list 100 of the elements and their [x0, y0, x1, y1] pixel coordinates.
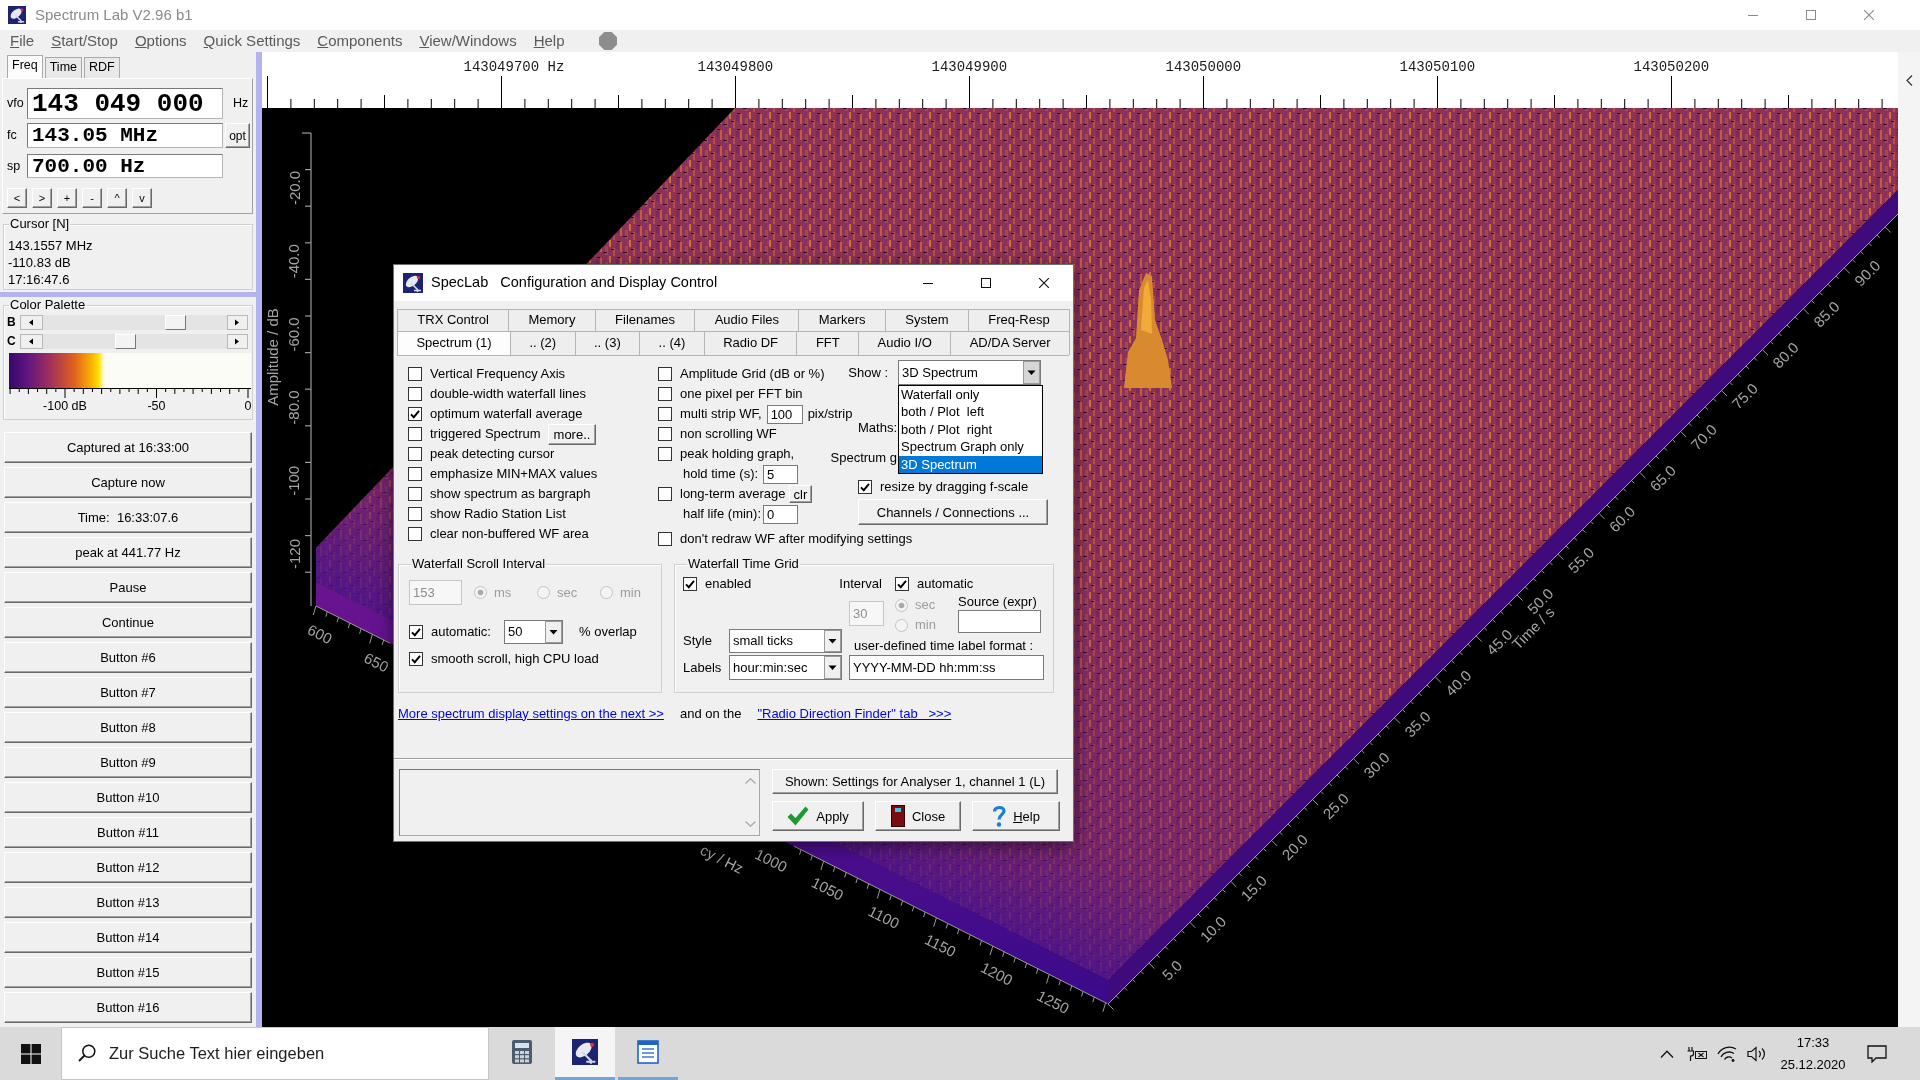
apply-button[interactable]: Apply: [772, 801, 864, 831]
speaker-icon[interactable]: [1747, 1045, 1767, 1062]
checkbox[interactable]: [658, 427, 672, 441]
checkbox[interactable]: [408, 527, 422, 541]
checkbox[interactable]: [683, 577, 697, 591]
checkbox[interactable]: [408, 427, 422, 441]
menu-item[interactable]: Start/Stop: [51, 32, 118, 50]
checkbox[interactable]: [858, 480, 872, 494]
view-dropdown[interactable]: 3D Spectrum: [898, 360, 1041, 385]
tab[interactable]: Spectrum (1): [397, 331, 511, 355]
labels-dropdown[interactable]: hour:min:sec: [729, 655, 842, 680]
panel-button[interactable]: Continue: [4, 607, 252, 638]
battery-icon[interactable]: [1686, 1045, 1708, 1062]
checkbox[interactable]: [658, 367, 672, 381]
checkbox[interactable]: [658, 532, 672, 546]
style-dropdown[interactable]: small ticks: [729, 629, 842, 653]
panel-button[interactable]: Button #15: [4, 957, 252, 988]
menu-item[interactable]: Components: [317, 32, 403, 50]
panel-button[interactable]: Button #6: [4, 642, 252, 673]
dropdown-option[interactable]: both / Plot right: [899, 420, 1042, 439]
panel-button[interactable]: Button #9: [4, 747, 252, 778]
panel-button[interactable]: Button #8: [4, 712, 252, 743]
checkbox[interactable]: [658, 387, 672, 401]
close-button[interactable]: Close: [875, 801, 961, 831]
panel-button[interactable]: Button #7: [4, 677, 252, 708]
menu-item[interactable]: Help: [533, 32, 565, 50]
panel-button[interactable]: Captured at 16:33:00: [4, 432, 252, 463]
options-button[interactable]: opt: [225, 123, 250, 148]
step-button[interactable]: >: [32, 188, 52, 208]
maximize-icon[interactable]: [981, 278, 991, 288]
channels-button[interactable]: Channels / Connections ...: [858, 499, 1048, 525]
tab[interactable]: Time: [44, 57, 83, 78]
arrow-right-icon[interactable]: [227, 315, 248, 330]
help-button[interactable]: Help: [972, 801, 1060, 831]
panel-button[interactable]: Button #10: [4, 782, 252, 813]
format-field[interactable]: YYYY-MM-DD hh:mm:ss: [849, 655, 1044, 680]
clear-button[interactable]: clr: [788, 485, 813, 503]
arrow-left-icon[interactable]: [20, 315, 43, 330]
step-button[interactable]: v: [132, 188, 152, 208]
wifi-icon[interactable]: [1717, 1045, 1737, 1062]
step-button[interactable]: <: [7, 188, 27, 208]
dropdown-option[interactable]: Spectrum Graph only: [899, 438, 1042, 456]
menu-item[interactable]: View/Windows: [419, 32, 517, 50]
tab[interactable]: TRX Control: [397, 309, 510, 331]
dropdown-option[interactable]: Waterfall only: [899, 386, 1042, 404]
windows-logo-icon[interactable]: [20, 1043, 41, 1064]
close-icon[interactable]: [1039, 278, 1049, 288]
tab[interactable]: AD/DA Server: [950, 331, 1070, 355]
link[interactable]: More spectrum display settings on the next >>: [398, 705, 664, 722]
checkbox[interactable]: [658, 407, 672, 421]
number-field[interactable]: 0: [763, 504, 798, 524]
arrow-left-icon[interactable]: [20, 334, 43, 349]
panel-button[interactable]: Button #11: [4, 817, 252, 848]
minimize-icon[interactable]: [923, 282, 933, 284]
source-field[interactable]: [958, 609, 1041, 633]
slider-thumb[interactable]: [165, 315, 187, 330]
clock-date[interactable]: 25.12.2020: [1780, 1053, 1846, 1076]
chevron-left-icon[interactable]: [1905, 75, 1913, 86]
number-field[interactable]: 100: [766, 404, 803, 424]
checkbox[interactable]: [408, 407, 422, 421]
panel-button[interactable]: Button #16: [4, 992, 252, 1023]
center-frequency-field[interactable]: 143.05 MHz: [27, 123, 223, 148]
panel-button[interactable]: Capture now: [4, 467, 252, 498]
link[interactable]: "Radio Direction Finder" tab >>>: [757, 705, 952, 722]
panel-button[interactable]: Button #14: [4, 922, 252, 953]
search-field[interactable]: Zur Suche Text hier eingeben: [61, 1027, 489, 1080]
panel-button[interactable]: Button #13: [4, 887, 252, 918]
checkbox[interactable]: [408, 367, 422, 381]
checkbox[interactable]: [658, 487, 672, 501]
step-button[interactable]: -: [82, 188, 102, 208]
menu-item[interactable]: File: [10, 32, 35, 50]
checkbox[interactable]: [895, 577, 909, 591]
span-field[interactable]: 700.00 Hz: [27, 154, 223, 178]
notification-icon[interactable]: [1867, 1044, 1887, 1063]
panel-button[interactable]: Time: 16:33:07.6: [4, 502, 252, 533]
checkbox[interactable]: [408, 507, 422, 521]
vfo-frequency-field[interactable]: 143 049 000: [27, 88, 223, 119]
taskbar-app-button[interactable]: [555, 1027, 615, 1080]
tab[interactable]: Freq: [7, 55, 43, 78]
panel-button[interactable]: Pause: [4, 572, 252, 603]
dropdown-option[interactable]: 3D Spectrum: [899, 455, 1042, 473]
step-button[interactable]: ^: [107, 188, 127, 208]
menu-item[interactable]: Options: [134, 32, 187, 50]
chevron-up-icon[interactable]: [1660, 1049, 1674, 1058]
analyser-button[interactable]: Shown: Settings for Analyser 1, channel 1 (L): [772, 769, 1058, 794]
checkbox[interactable]: [408, 387, 422, 401]
step-button[interactable]: +: [57, 188, 77, 208]
checkbox[interactable]: [408, 467, 422, 481]
tab[interactable]: RDF: [84, 57, 120, 78]
number-field[interactable]: 5: [763, 464, 798, 484]
panel-button[interactable]: peak at 441.77 Hz: [4, 537, 252, 568]
more-button[interactable]: more..: [547, 423, 597, 445]
panel-button[interactable]: Button #12: [4, 852, 252, 883]
dropdown-option[interactable]: both / Plot left: [899, 403, 1042, 421]
clock-time[interactable]: 17:33: [1796, 1031, 1830, 1054]
tab[interactable]: Freq-Resp: [967, 309, 1070, 331]
slider-thumb[interactable]: [114, 334, 136, 349]
arrow-right-icon[interactable]: [227, 334, 248, 349]
checkbox[interactable]: [408, 447, 422, 461]
menu-item[interactable]: Quick Settings: [203, 32, 301, 50]
